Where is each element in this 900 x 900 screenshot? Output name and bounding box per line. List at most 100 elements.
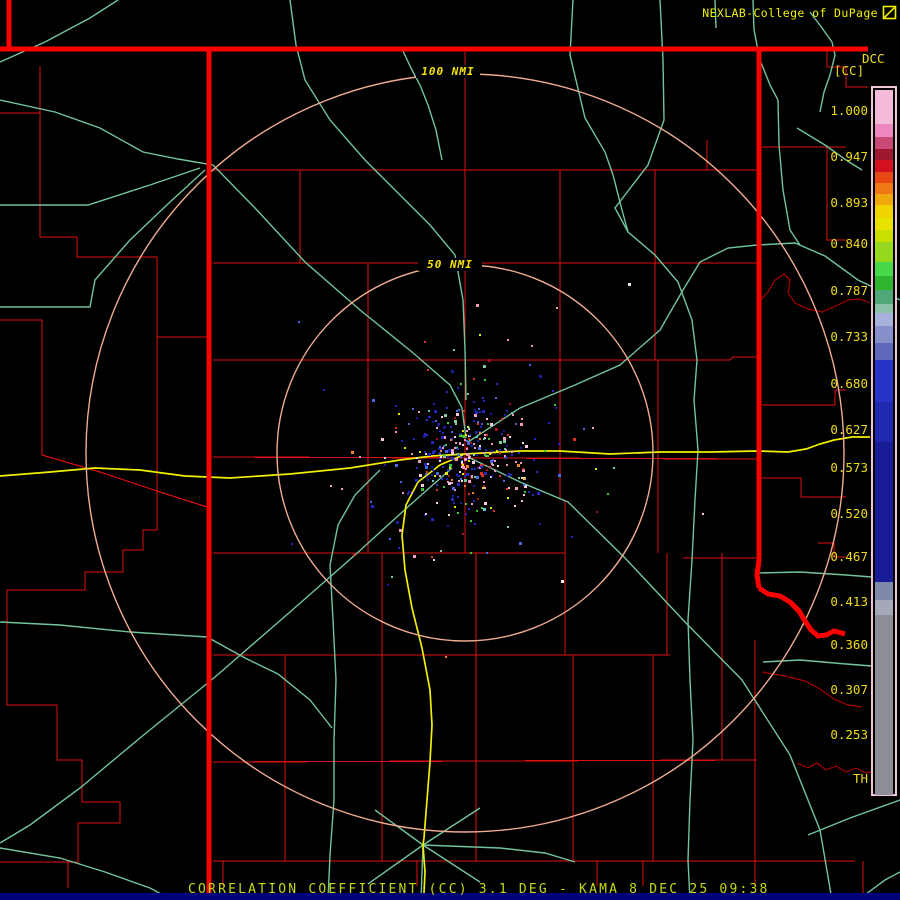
radar-echo (481, 474, 484, 477)
radar-echo (452, 487, 455, 490)
radar-echo (464, 479, 467, 482)
radar-echo (426, 419, 428, 421)
radar-echo (462, 444, 464, 446)
product-status-text: CORRELATION COEFFICIENT (CC) 3.1 DEG - K… (188, 882, 770, 897)
radar-echo (442, 447, 444, 449)
radar-echo (473, 454, 475, 456)
radar-echo (460, 456, 462, 458)
radar-echo (451, 482, 453, 484)
radar-echo (481, 507, 483, 509)
radar-echo (596, 511, 598, 513)
radar-echo (473, 378, 475, 380)
radar-echo (494, 460, 496, 462)
radar-echo (436, 502, 438, 504)
radar-echo (459, 471, 461, 473)
radar-echo (506, 410, 508, 412)
radar-echo (558, 443, 560, 445)
radar-echo (486, 469, 488, 471)
radar-echo (454, 436, 456, 438)
radar-echo (408, 423, 410, 425)
radar-echo (495, 397, 497, 399)
radar-echo (479, 438, 481, 440)
radar-echo (465, 468, 467, 470)
radar-echo (482, 397, 484, 399)
radar-echo (443, 486, 445, 488)
radar-echo (445, 450, 448, 453)
colorbar-segment (875, 582, 893, 600)
highway-green (0, 167, 201, 206)
colorbar-tick-label: 0.520 (830, 506, 868, 521)
radar-echo (483, 481, 485, 483)
radar-echo (473, 485, 475, 487)
radar-echo (511, 412, 513, 414)
radar-echo (521, 500, 523, 502)
radar-echo (476, 510, 478, 512)
radar-echo (508, 487, 510, 489)
radar-echo (488, 359, 491, 362)
colorbar-tick-label: 0.947 (830, 149, 868, 164)
radar-echo (467, 393, 469, 395)
radar-echo (529, 364, 531, 366)
colorbar (871, 86, 897, 796)
radar-echo (449, 464, 452, 467)
radar-echo (451, 498, 454, 501)
radar-echo (395, 431, 397, 433)
radar-echo (607, 493, 609, 495)
radar-echo (479, 334, 481, 336)
highway-green (756, 571, 873, 578)
radar-echo (464, 475, 466, 477)
radar-echo (431, 474, 433, 476)
radar-echo (464, 458, 467, 461)
radar-echo (359, 456, 361, 458)
radar-echo (398, 413, 400, 415)
radar-echo (444, 414, 447, 417)
colorbar-segment (875, 90, 893, 124)
highway-green (0, 0, 119, 63)
radar-echo (476, 436, 478, 438)
radar-echo (458, 409, 460, 411)
radar-echo (425, 453, 427, 455)
radar-echo (429, 416, 431, 418)
radar-echo (455, 442, 457, 444)
radar-echo (490, 460, 493, 463)
colorbar-tick-label: TH (852, 771, 868, 786)
radar-echo (434, 450, 436, 452)
radar-echo (483, 452, 485, 454)
radar-echo (416, 467, 418, 469)
radar-echo (451, 479, 453, 481)
highway-green (0, 99, 467, 439)
radar-echo (573, 438, 576, 441)
radar-echo (395, 405, 397, 407)
radar-echo (517, 464, 520, 467)
radar-echo (536, 471, 538, 473)
radar-echo (481, 423, 483, 425)
radar-echo (483, 464, 485, 466)
radar-echo (520, 462, 522, 464)
range-ring-label: 100 NMI (416, 65, 480, 78)
radar-echo (539, 523, 541, 525)
radar-echo (499, 475, 501, 477)
radar-echo (490, 423, 493, 426)
radar-echo (423, 435, 426, 438)
radar-echo (455, 458, 458, 461)
colorbar-tick-label: 0.467 (830, 549, 868, 564)
radar-echo (431, 466, 433, 468)
county-line (762, 389, 846, 406)
radar-echo (515, 461, 517, 463)
radar-echo (474, 468, 476, 470)
highway-green (289, 0, 467, 401)
radar-echo (524, 491, 526, 493)
radar-echo (454, 420, 457, 423)
radar-echo (466, 448, 468, 450)
radar-map-canvas[interactable] (0, 0, 900, 900)
radar-echo (511, 454, 513, 456)
colorbar-segment (875, 326, 893, 343)
radar-echo (424, 451, 426, 453)
radar-echo (412, 408, 414, 410)
radar-echo (494, 470, 496, 472)
radar-echo (499, 441, 502, 444)
radar-echo (402, 492, 404, 494)
radar-echo (371, 505, 374, 508)
radar-echo (474, 447, 476, 449)
radar-echo (443, 454, 445, 456)
